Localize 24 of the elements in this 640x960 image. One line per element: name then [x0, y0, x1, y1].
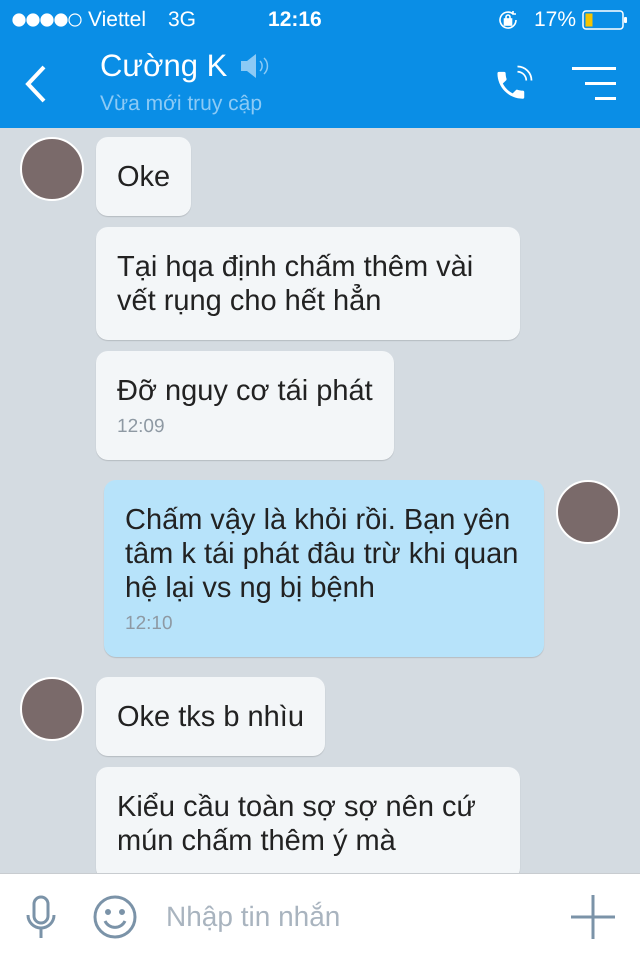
- emoji-button[interactable]: [92, 894, 138, 940]
- clock-time: 12:16: [268, 7, 322, 34]
- network-type: 3G: [168, 7, 196, 34]
- contact-name: Cường K: [100, 48, 228, 84]
- message-text: Chấm vậy là khỏi rồi. Bạn yên tâm k tái phát đâu trừ khi quan hệ lại vs ng bị bệnh: [125, 503, 520, 605]
- contact-status: Vừa mới truy cập: [100, 91, 264, 118]
- plus-icon: [571, 895, 615, 939]
- add-button[interactable]: [570, 894, 616, 940]
- message-text: Oke tks b nhìu: [117, 700, 304, 734]
- message-text: Tại hqa định chấm thêm vài vết rụng cho hết hẳn: [117, 250, 474, 318]
- carrier-name: Viettel: [88, 7, 146, 34]
- signal-icon: [12, 13, 82, 27]
- message-text: Kiểu cầu toàn sợ sợ nên cứ mún chấm thêm ý mà: [117, 790, 477, 858]
- smiley-icon: [93, 895, 137, 939]
- microphone-button[interactable]: [24, 894, 58, 940]
- message-text: Đỡ nguy cơ tái phát: [117, 374, 373, 408]
- message-time: 12:10: [125, 613, 174, 635]
- battery-percent: 17%: [534, 7, 576, 34]
- message-text: Oke: [117, 160, 170, 194]
- back-icon: [24, 64, 48, 104]
- battery-icon: [582, 9, 628, 31]
- microphone-icon: [25, 895, 57, 939]
- menu-icon: [572, 67, 616, 101]
- message-time: 12:09: [117, 416, 166, 438]
